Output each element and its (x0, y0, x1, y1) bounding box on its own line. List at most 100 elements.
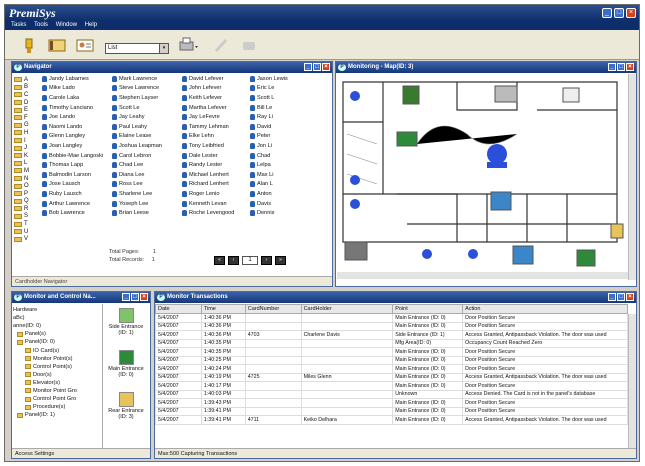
cardholder-item[interactable]: Sharlene Lee (112, 189, 184, 199)
cardholder-item[interactable]: Steve Lawrence (112, 84, 184, 94)
panel-minimize-button[interactable]: _ (122, 293, 130, 301)
letter-index-item[interactable]: V (14, 235, 42, 243)
letter-index-item[interactable]: Q (14, 198, 42, 206)
cardholder-item[interactable]: Bobbie-Mae Langoski (42, 151, 114, 161)
cardholder-item[interactable]: Michael Lenhert (182, 170, 254, 180)
letter-index-item[interactable]: F (14, 114, 42, 122)
table-row[interactable]: 5/4/2007 1:40:36 PM Main Entrance (ID: 0) D… (155, 321, 628, 331)
cardholder-item[interactable]: Carol Lebron (112, 151, 184, 161)
tree-node[interactable]: Monitor Point Gro (13, 387, 99, 395)
printer-icon[interactable] (177, 36, 198, 54)
table-row[interactable]: 5/4/2007 1:40:24 PM Main Entrance (ID: 0) D… (155, 364, 628, 374)
table-row[interactable]: 5/4/2007 1:40:35 PM Main Entrance (ID: 0) D… (155, 347, 628, 357)
cardholder-item[interactable]: Timothy Lanciano (42, 103, 114, 113)
tree-node[interactable]: Elevator(s) (13, 379, 99, 387)
cardholder-item[interactable]: Randy Lester (182, 160, 254, 170)
panel-maximize-button[interactable]: □ (617, 63, 625, 71)
cardholder-item[interactable]: Scott L (250, 93, 322, 103)
cardholder-item[interactable]: Tony Leibfried (182, 141, 254, 151)
tree-node[interactable]: Control Point Gro (13, 395, 99, 403)
letter-index-item[interactable]: I (14, 137, 42, 145)
chevron-down-icon[interactable]: ▾ (159, 44, 168, 53)
cardholder-item[interactable]: Michael Levengood (182, 218, 254, 219)
letter-index-item[interactable]: A (14, 76, 42, 84)
tree-node[interactable]: Panel(s) (13, 330, 99, 338)
device-rear-entrance[interactable]: Rear Entrance (ID: 3) (108, 392, 144, 420)
letter-index-item[interactable]: N (14, 175, 42, 183)
letter-index-item[interactable]: R (14, 205, 42, 213)
table-row[interactable]: 5/4/2007 1:40:36 PM Main Entrance (ID: 0) D… (155, 313, 628, 323)
column-header[interactable]: CardHolder (300, 304, 394, 314)
first-page-button[interactable]: « (214, 256, 225, 265)
cardholder-item[interactable]: Balmodin Larson (42, 170, 114, 180)
cardholder-item[interactable]: Chad (250, 151, 322, 161)
device-main-entrance[interactable]: Main Entrance (ID: 0) (108, 350, 144, 378)
cardholder-item[interactable]: Ray Li (250, 112, 322, 122)
tree-node[interactable]: Hardware (13, 306, 99, 314)
cardholder-item[interactable]: Chad Lee (112, 160, 184, 170)
cardholder-item[interactable]: Joe Lando (42, 112, 114, 122)
cardholder-item[interactable]: Joan Langley (42, 141, 114, 151)
cardholder-item[interactable]: Peter (250, 132, 322, 142)
letter-index-item[interactable]: B (14, 84, 42, 92)
table-row[interactable]: 5/4/2007 1:40:17 PM Main Entrance (ID: 0) D… (155, 381, 628, 391)
panel-close-button[interactable]: × (626, 293, 634, 301)
tree-node[interactable]: Panel(ID: 0) (13, 338, 99, 346)
panel-close-button[interactable]: × (322, 63, 330, 71)
cardholder-item[interactable]: Roger Lenio (182, 189, 254, 199)
cardholder-item[interactable]: Roche Levengood (182, 208, 254, 218)
letter-index-item[interactable]: T (14, 220, 42, 228)
tree-node[interactable]: Monitor Point(s) (13, 355, 99, 363)
cardholder-item[interactable]: Alan L (250, 180, 322, 190)
cardholder-item[interactable]: Jon Li (250, 141, 322, 151)
letter-index-item[interactable]: J (14, 144, 42, 152)
last-page-button[interactable]: » (275, 256, 286, 265)
floor-map[interactable] (337, 74, 629, 279)
cardholder-item[interactable]: John Lefever (182, 84, 254, 94)
panel-minimize-button[interactable]: _ (304, 63, 312, 71)
pen-icon[interactable] (211, 36, 231, 54)
cardholder-item[interactable]: Ross Lee (112, 180, 184, 190)
letter-index-item[interactable]: H (14, 129, 42, 137)
table-row[interactable]: 5/4/2007 1:40:35 PM Mfg Area(ID: 0) Occupan… (155, 338, 628, 348)
panel-close-button[interactable]: × (626, 63, 634, 71)
cardholder-item[interactable]: Dennis (250, 208, 322, 218)
column-header[interactable]: Time (200, 304, 246, 314)
map-scrollbar[interactable] (628, 74, 636, 280)
letter-index-item[interactable]: G (14, 122, 42, 130)
phone-icon[interactable] (239, 36, 259, 54)
cardholder-item[interactable]: Yoseph Lee (112, 199, 184, 209)
panel-minimize-button[interactable]: _ (608, 63, 616, 71)
panel-close-button[interactable]: × (140, 293, 148, 301)
tree-node[interactable]: Door(s) (13, 371, 99, 379)
panel-maximize-button[interactable]: □ (313, 63, 321, 71)
cardholder-item[interactable]: Thomas Lapp (42, 160, 114, 170)
column-header[interactable]: Date (155, 304, 202, 314)
table-row[interactable]: 5/4/2007 1:40:36 PM 4703 Charlene Davis Side… (155, 330, 628, 340)
letter-index-item[interactable]: U (14, 228, 42, 236)
cardholder-item[interactable]: Eric Le (250, 84, 322, 94)
tree-node[interactable]: Procedure(s) (13, 403, 99, 411)
cardholder-item[interactable]: Naomi Lando (42, 122, 114, 132)
cardholder-item[interactable]: Jay LeFevre (182, 112, 254, 122)
cardholder-item[interactable]: Jandy Labarnes (42, 74, 114, 84)
cardholder-item[interactable]: Scott Le (112, 103, 184, 113)
table-row[interactable]: 5/4/2007 1:40:19 PM 4725 Miles Glenn Main En… (155, 372, 628, 382)
next-page-button[interactable]: › (261, 256, 272, 265)
table-row[interactable]: 5/4/2007 1:39:43 PM Main Entrance (ID: 0) D… (155, 398, 628, 408)
id-card-icon[interactable] (75, 36, 95, 54)
maximize-button[interactable]: □ (614, 8, 624, 18)
cardholder-item[interactable]: Max Li (250, 170, 322, 180)
table-row[interactable]: 5/4/2007 1:39:41 PM 4711 Keiko Delhara Main … (155, 415, 628, 425)
panel-maximize-button[interactable]: □ (131, 293, 139, 301)
badge-icon[interactable] (47, 36, 67, 54)
key-icon[interactable] (19, 36, 39, 54)
page-number-input[interactable]: 1 (242, 256, 258, 265)
cardholder-item[interactable]: Jason Lewis (250, 74, 322, 84)
letter-index-item[interactable]: C (14, 91, 42, 99)
letter-index-item[interactable]: E (14, 106, 42, 114)
letter-index-item[interactable]: D (14, 99, 42, 107)
letter-index-item[interactable]: K (14, 152, 42, 160)
tree-node[interactable]: aBc) (13, 314, 99, 322)
column-header[interactable]: CardNumber (244, 304, 302, 314)
